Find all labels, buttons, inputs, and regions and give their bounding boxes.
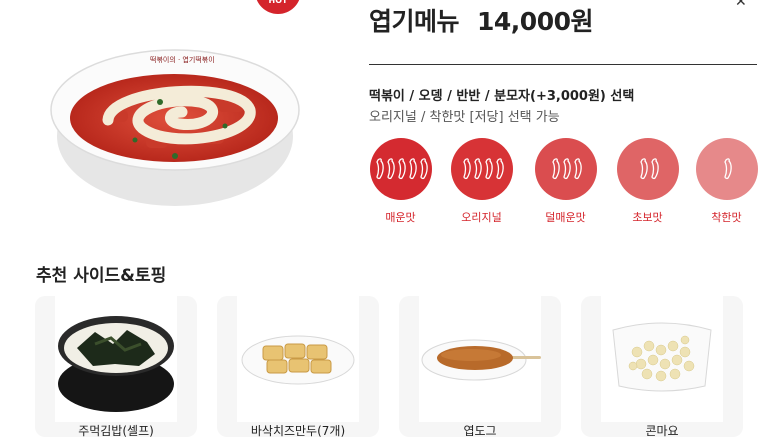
spice-option-original[interactable]: 오리지널: [450, 138, 513, 225]
chili-pepper-icon: [495, 158, 504, 180]
spice-level-list: 매운맛 오리지널 덜매운맛 초보맛 착한맛: [369, 138, 769, 228]
side-name: 주먹김밥(셀프): [78, 424, 154, 437]
spice-circle: [450, 138, 513, 200]
hot-badge: HOT: [255, 0, 301, 14]
side-card-corndog[interactable]: 엽도그: [399, 296, 561, 437]
product-image: 떡볶이의 · 엽기떡볶이: [50, 49, 300, 206]
option-description: 떡볶이 / 오뎅 / 반반 / 분모자(+3,000원) 선택: [369, 89, 635, 104]
chili-pepper-icon: [650, 158, 659, 180]
side-image: [241, 335, 355, 385]
side-name: 바삭치즈만두(7개): [250, 424, 346, 437]
spice-label: 초보맛: [632, 211, 663, 224]
product-title: 엽기메뉴 14,000원: [369, 2, 593, 38]
chili-pepper-icon: [552, 158, 560, 180]
side-card-corn-mayo[interactable]: 콘마요: [581, 296, 743, 437]
product-name: 엽기메뉴: [369, 7, 460, 36]
spice-option-less-hot[interactable]: 덜매운맛: [534, 138, 597, 225]
side-name: 엽도그: [463, 424, 497, 437]
chili-pepper-icon: [409, 158, 417, 180]
close-icon[interactable]: ✕: [735, 0, 747, 10]
spice-option-beginner[interactable]: 초보맛: [616, 138, 679, 225]
chili-pepper-icon: [420, 158, 428, 180]
product-price: 14,000원: [477, 7, 593, 36]
divider: [369, 64, 757, 65]
section-title: 추천 사이드&토핑: [36, 266, 167, 286]
chili-pepper-icon: [574, 158, 582, 180]
chili-pepper-icon: [387, 158, 395, 180]
spice-circle: [369, 138, 432, 200]
chili-pepper-icon: [563, 158, 571, 180]
side-image: [421, 339, 541, 381]
spice-option-hot[interactable]: 매운맛: [369, 138, 432, 225]
chili-pepper-icon: [376, 158, 384, 180]
chili-pepper-icon: [473, 158, 482, 180]
chili-pepper-icon: [724, 158, 732, 180]
chili-pepper-icon: [398, 158, 406, 180]
spice-circle: [616, 138, 679, 200]
side-name: 콘마요: [645, 424, 679, 437]
svg-text:떡볶이의 · 엽기떡볶이: 떡볶이의 · 엽기떡볶이: [150, 55, 215, 64]
chili-pepper-icon: [639, 158, 648, 180]
spice-label: 덜매운맛: [545, 211, 586, 224]
side-image: [612, 322, 712, 392]
chili-pepper-icon: [462, 158, 471, 180]
side-card-cheese-dumpling[interactable]: 바삭치즈만두(7개): [217, 296, 379, 437]
side-image: [58, 316, 174, 412]
spice-description: 오리지널 / 착한맛 [저당] 선택 가능: [369, 110, 560, 125]
spice-option-mild[interactable]: 착한맛: [695, 138, 758, 225]
spice-circle: [534, 138, 597, 200]
spice-label: 매운맛: [385, 211, 416, 224]
spice-label: 오리지널: [461, 211, 502, 224]
chili-pepper-icon: [484, 158, 493, 180]
spice-circle: [695, 138, 758, 200]
side-card-jumeok-gimbap[interactable]: 주먹김밥(셀프): [35, 296, 197, 437]
spice-label: 착한맛: [711, 211, 742, 224]
